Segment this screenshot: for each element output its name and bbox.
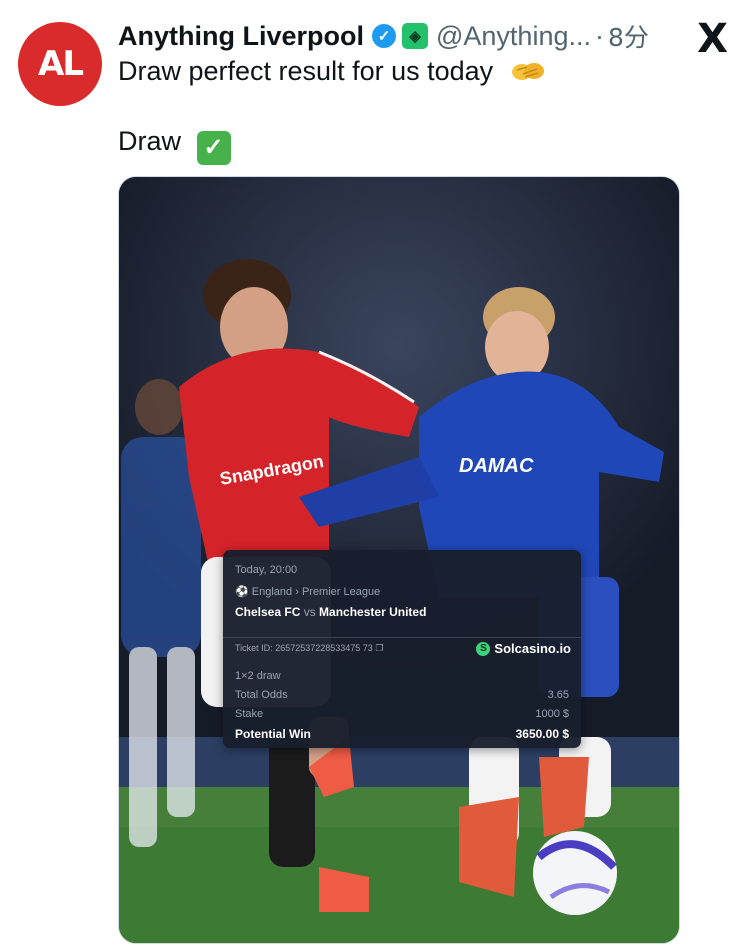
copy-icon[interactable]: ❐: [375, 643, 383, 653]
affiliate-badge-icon[interactable]: ◈: [402, 23, 428, 49]
tweet-text-line-1: Draw perfect result for us today: [118, 56, 545, 87]
sponsor-text-right: DAMAC: [459, 455, 534, 477]
tweet-text: Draw perfect result for us today: [118, 56, 494, 86]
author-name[interactable]: Anything Liverpool: [118, 21, 364, 52]
bet-odds-label: Total Odds: [235, 689, 288, 701]
soccer-ball-icon: ⚽: [235, 586, 249, 598]
avatar-monogram: AL: [38, 44, 84, 84]
bet-stake-value: 1000 $: [535, 708, 569, 720]
handshake-emoji-icon: [511, 63, 544, 80]
bet-brand: S Solcasino.io: [476, 641, 571, 656]
solcasino-logo-icon: S: [476, 641, 491, 656]
tweet-header: Anything Liverpool ✓ ◈ @Anything... · 8分: [118, 16, 730, 56]
bet-divider: [223, 637, 581, 638]
bet-slip-card: Today, 20:00 ⚽ England › Premier League …: [223, 550, 581, 748]
author-handle[interactable]: @Anything...: [436, 21, 591, 52]
verified-badge-icon: ✓: [372, 24, 396, 48]
bet-match-time: Today, 20:00: [235, 564, 298, 576]
bet-competition: ⚽ England › Premier League: [235, 585, 380, 598]
timestamp[interactable]: 8分: [608, 18, 649, 54]
bet-competition-separator: ›: [295, 586, 299, 598]
bet-away-team: Manchester United: [319, 605, 427, 619]
bet-win-value: 3650.00 $: [515, 727, 569, 741]
x-logo-icon[interactable]: X: [697, 16, 728, 62]
bet-fixture: Chelsea FC vs Manchester United: [235, 605, 426, 619]
check-mark-emoji-icon: ✓: [196, 130, 231, 165]
bet-competition-name: Premier League: [301, 586, 381, 598]
bet-brand-name: Solcasino.io: [494, 641, 571, 656]
tweet-text: Draw: [118, 126, 182, 156]
bet-ticket: Ticket ID: 26572537228533475 73 ❐: [235, 643, 383, 654]
bet-competition-country: England: [251, 586, 293, 598]
bet-stake-label: Stake: [235, 708, 264, 720]
bet-market: 1×2 draw: [235, 670, 281, 682]
separator-dot: ·: [595, 20, 604, 51]
author-avatar[interactable]: AL: [18, 22, 102, 106]
bet-vs: vs: [303, 605, 316, 619]
bet-ticket-label: Ticket ID:: [235, 643, 273, 653]
tweet-media-photo[interactable]: Snapdragon DAMAC Today, 20:00 ⚽ England …: [118, 176, 680, 944]
bet-home-team: Chelsea FC: [235, 605, 301, 619]
bet-odds-value: 3.65: [547, 689, 569, 701]
bet-ticket-id: 26572537228533475 73: [275, 643, 373, 653]
tweet-text-line-2: Draw ✓: [118, 126, 231, 165]
bet-win-label: Potential Win: [235, 727, 311, 741]
